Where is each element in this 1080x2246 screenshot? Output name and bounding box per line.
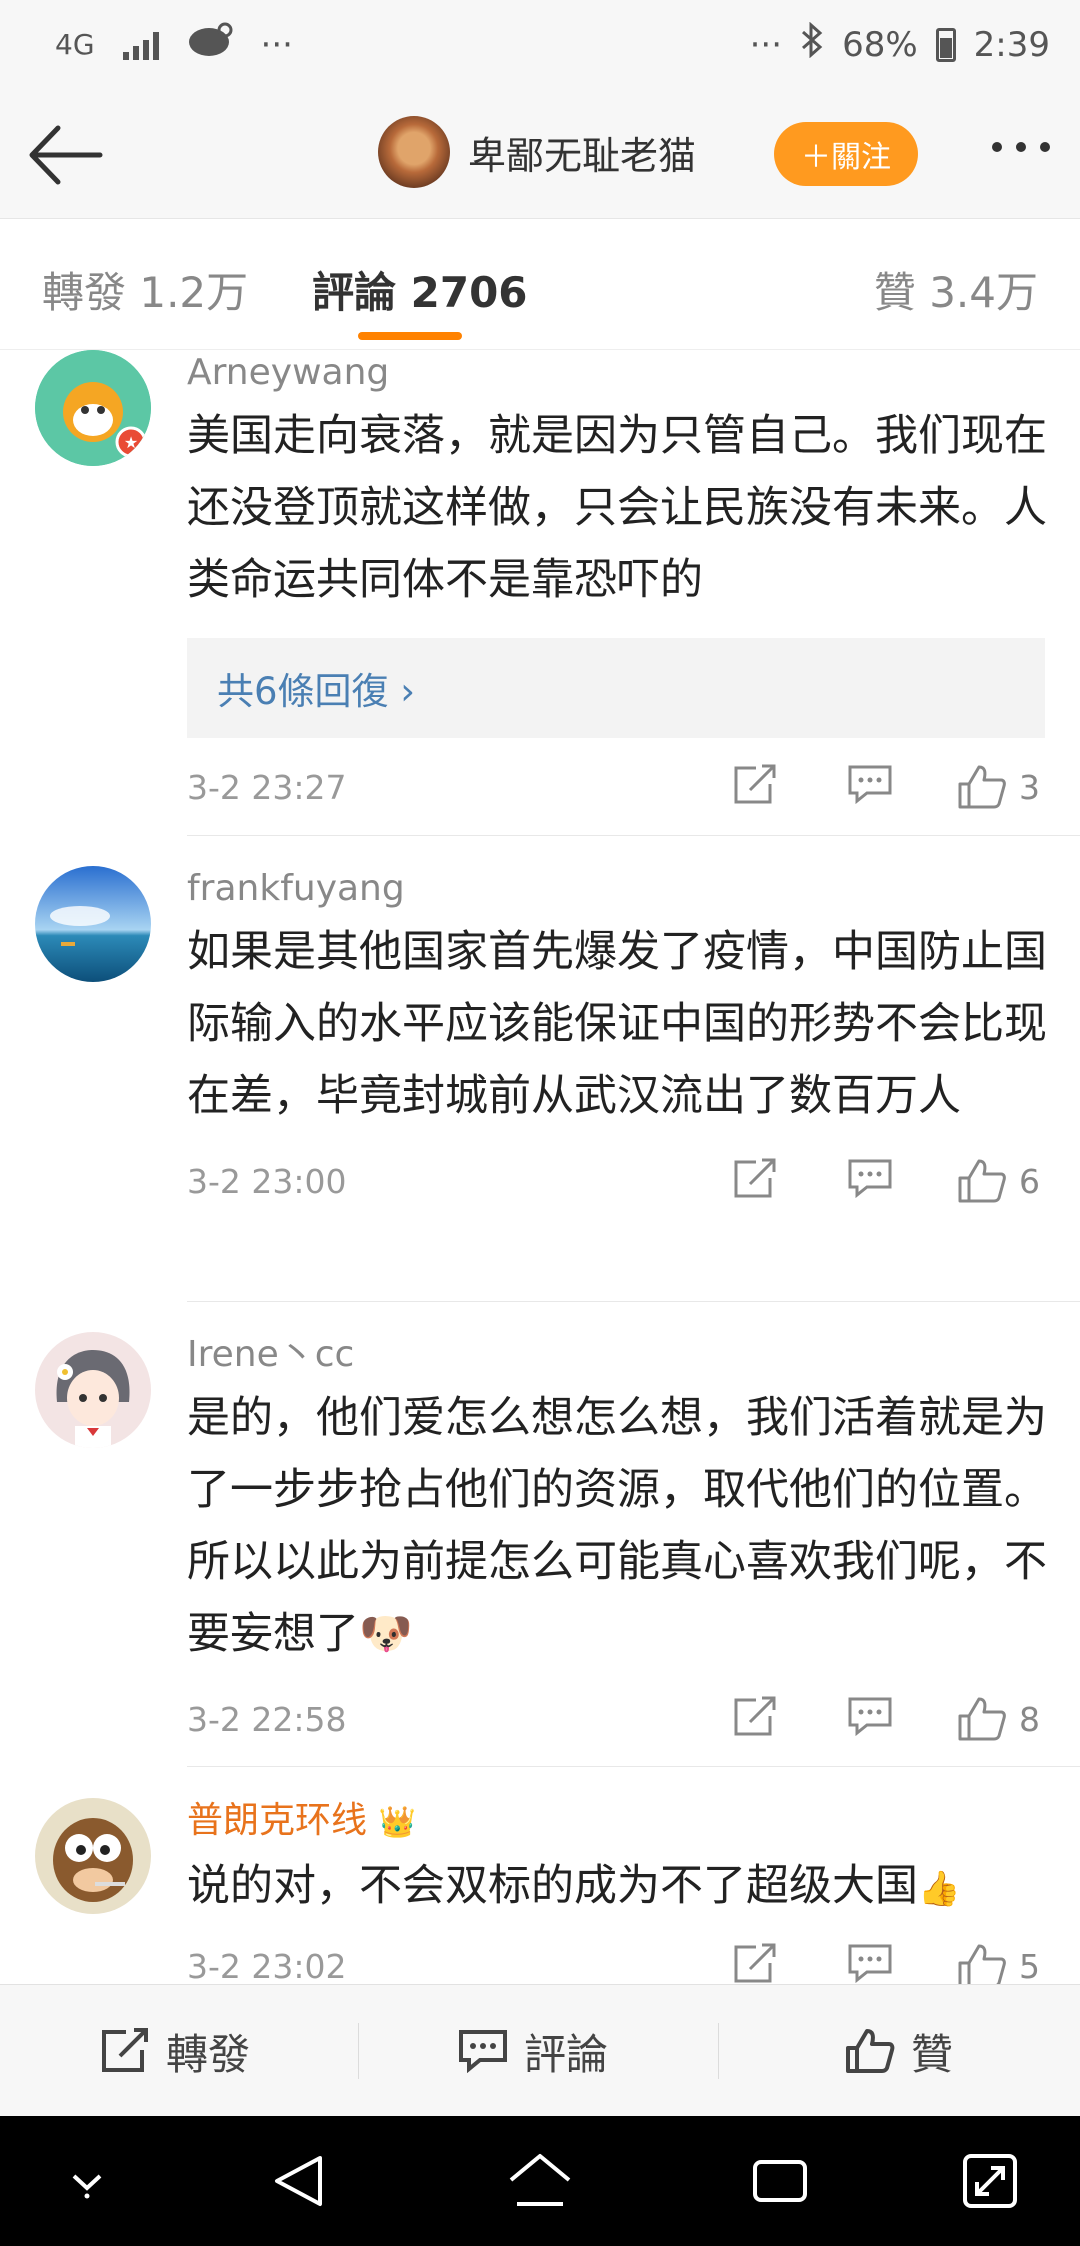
thumbs-up-emoji-icon: 👍 [918,1869,961,1909]
comment-label: 評論 [524,2029,609,2079]
view-replies-link[interactable]: 共6條回復 › [187,638,1045,738]
separator [718,2023,719,2079]
bottom-action-bar: 轉發 評論 贊 [0,1984,1080,2117]
comment-text: 美国走向衰落，就是因为只管自己。我们现在还没登顶就这样做，只会让民族没有未来。人… [187,411,1047,605]
bluetooth-icon [800,21,824,67]
repost-icon [102,2028,148,2072]
comment-time: 3-2 23:00 [187,1162,347,1201]
avatar[interactable] [35,866,151,982]
share-icon[interactable] [732,1158,778,1200]
author-info[interactable]: 卑鄙无耻老猫 [378,116,696,188]
header: 卑鄙无耻老猫 ＋關注 [0,92,1080,219]
status-bar: 4G ··· ··· 68% 2:39 [0,0,1080,92]
like-count: 8 [1019,1699,1040,1739]
battery-percent: 68% [842,24,918,65]
like-label: 贊 [911,2029,954,2079]
comment-text: 说的对，不会双标的成为不了超级大国👍 [187,1861,961,1911]
comment-button[interactable]: 評論 [458,1985,608,2117]
thumbs-up-icon [846,2029,895,2073]
comment-time: 3-2 23:02 [187,1947,347,1984]
like-button[interactable]: 6 [957,1158,1040,1204]
system-nav-bar [0,2116,1080,2246]
like-button[interactable]: 3 [957,764,1040,810]
comment-username[interactable]: Irene丶cc [187,1332,1047,1378]
comment-time: 3-2 22:58 [187,1700,347,1739]
author-avatar[interactable] [378,116,450,188]
back-nav-icon[interactable] [265,2146,335,2216]
avatar[interactable] [35,1798,151,1914]
doge-emoji-icon: 🐶 [359,1609,413,1659]
back-arrow-icon[interactable] [28,120,104,190]
status-dots: ··· [749,24,783,65]
comment-icon [459,2030,507,2073]
comment-username[interactable]: 普朗克环线 👑 [187,1798,1047,1846]
divider [187,1301,1080,1302]
clock: 2:39 [973,24,1050,65]
comment-list[interactable]: ★ Arneywang 美国走向衰落，就是因为只管自己。我们现在还没登顶就这样做… [0,350,1080,1984]
detail-tabs: 轉發 1.2万 評論 2706 贊 3.4万 [0,219,1080,350]
vip-crown-icon: 👑 [378,1805,416,1840]
separator [358,2023,359,2079]
battery-icon [935,27,956,62]
share-icon[interactable] [732,1943,778,1984]
comment-reply-icon[interactable] [847,764,893,804]
comment-reply-icon[interactable] [847,1696,893,1736]
signal-icon [122,30,159,60]
more-notifications-indicator: ··· [260,24,293,65]
share-icon[interactable] [732,764,778,806]
home-nav-icon[interactable] [505,2146,575,2216]
share-icon[interactable] [732,1696,778,1738]
repost-label: 轉發 [166,2029,251,2079]
comment-time: 3-2 23:27 [187,768,347,807]
like-button[interactable]: 8 [957,1696,1040,1742]
tab-likes[interactable]: 贊 3.4万 [874,259,1038,320]
follow-button[interactable]: ＋關注 [774,122,918,186]
repost-button[interactable]: 轉發 [100,1985,250,2117]
tab-comments[interactable]: 評論 2706 [312,259,528,320]
svg-text:★: ★ [124,433,138,452]
recents-nav-icon[interactable] [745,2146,815,2216]
active-tab-indicator [358,332,462,340]
comment-text: 是的，他们爱怎么想怎么想，我们活着就是为了一步步抢占他们的资源，取代他们的位置。… [187,1393,1047,1659]
like-button[interactable]: 5 [957,1943,1040,1984]
chevron-down-icon[interactable] [52,2146,122,2216]
like-count: 5 [1019,1946,1040,1985]
avatar[interactable] [35,1332,151,1448]
comment-text: 如果是其他国家首先爆发了疫情，中国防止国际输入的水平应该能保证中国的形势不会比现… [187,927,1047,1121]
more-options-icon[interactable] [992,142,1050,152]
weibo-notification-icon [187,22,233,67]
author-name[interactable]: 卑鄙无耻老猫 [468,125,696,180]
divider [187,835,1080,836]
comment-username[interactable]: Arneywang [187,350,1047,396]
avatar[interactable]: ★ [35,350,151,466]
tab-reposts[interactable]: 轉發 1.2万 [42,259,248,320]
like-count: 6 [1019,1161,1040,1201]
expand-icon[interactable] [955,2146,1025,2216]
like-post-button[interactable]: 贊 [845,1985,953,2117]
comment-reply-icon[interactable] [847,1158,893,1198]
network-indicator: 4G [55,28,95,61]
like-count: 3 [1019,767,1040,807]
comment-reply-icon[interactable] [847,1943,893,1983]
comment-username[interactable]: frankfuyang [187,866,1047,912]
divider [187,1766,1080,1767]
